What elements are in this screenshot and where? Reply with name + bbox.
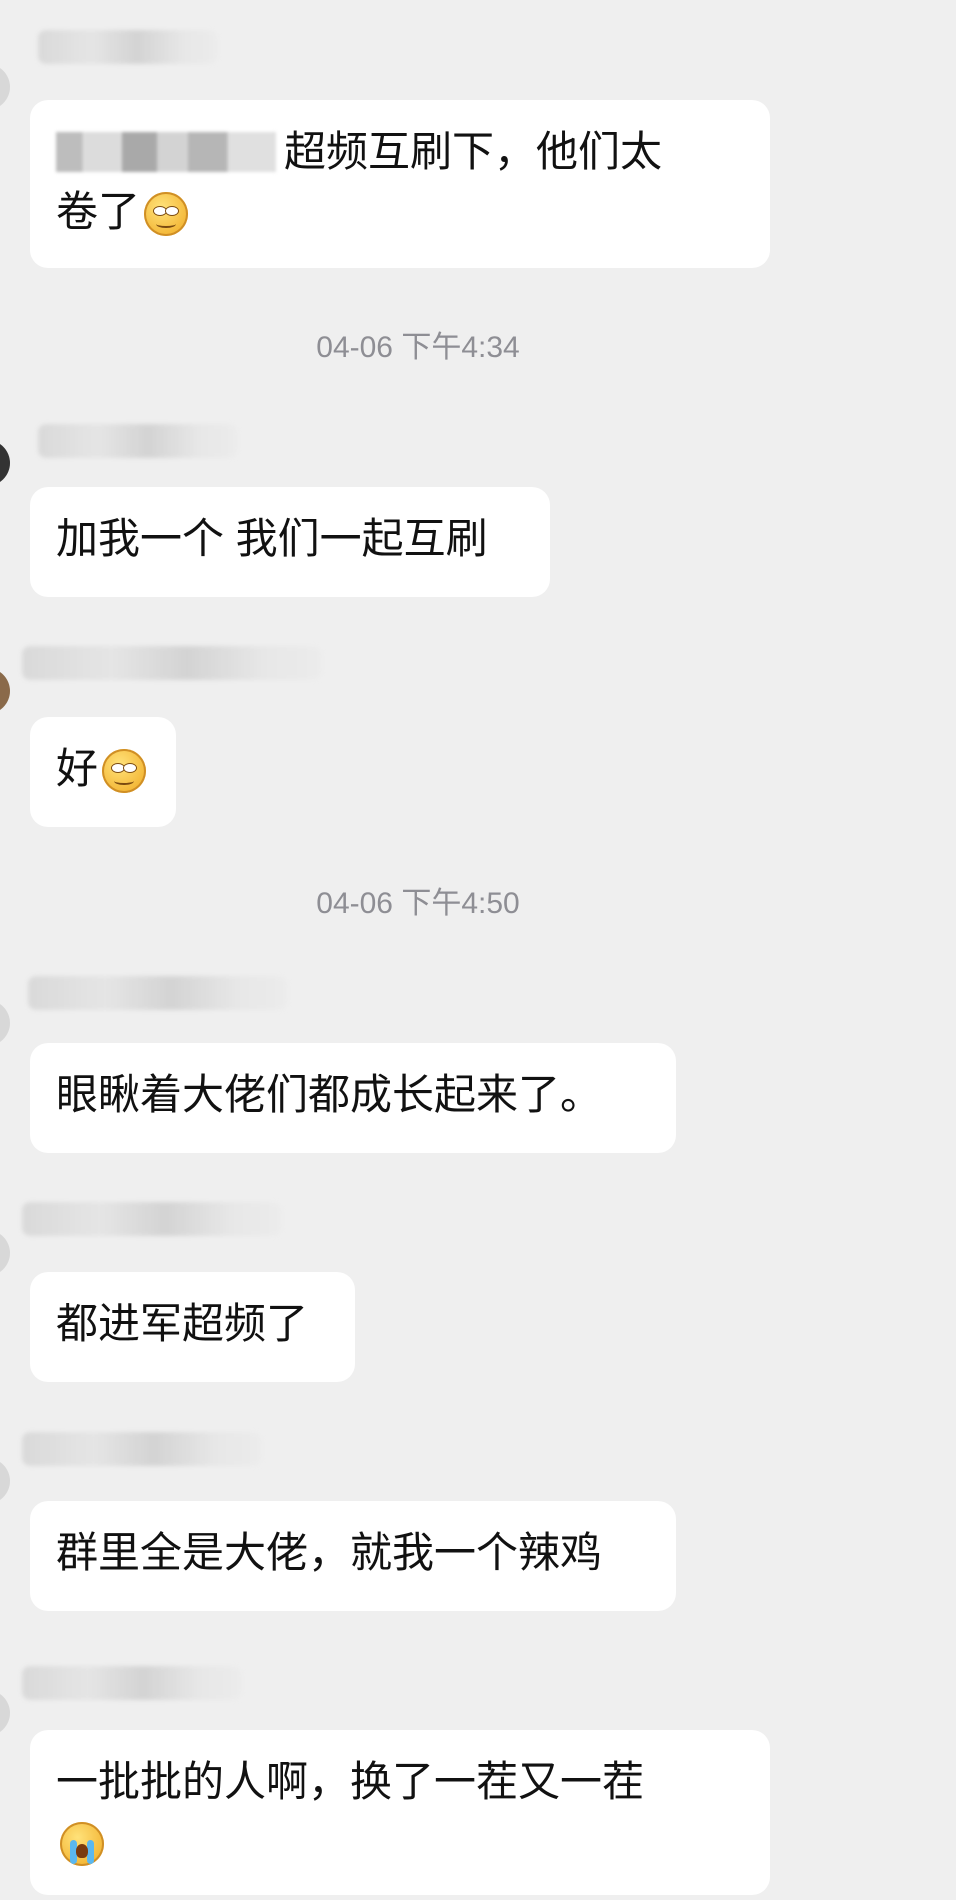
message-text: 好 <box>56 745 99 792</box>
message-text: 超频互刷下，他们太 <box>284 128 663 175</box>
avatar[interactable] <box>0 1230 10 1276</box>
smirk-emoji-icon <box>102 749 147 793</box>
sender-name-redacted <box>38 424 238 458</box>
message-bubble[interactable]: 超频互刷下，他们太 卷了 <box>30 100 770 268</box>
message-bubble[interactable]: 一批批的人啊，换了一茬又一茬 <box>30 1730 770 1895</box>
avatar[interactable] <box>0 440 10 486</box>
sender-name-redacted <box>22 1432 262 1466</box>
avatar[interactable] <box>0 668 10 714</box>
message-text: 群里全是大佬，就我一个辣鸡 <box>56 1529 603 1576</box>
avatar[interactable] <box>0 1458 10 1504</box>
sender-name-redacted <box>28 976 288 1010</box>
message-text: 一批批的人啊，换了一茬又一茬 <box>56 1758 645 1805</box>
avatar[interactable] <box>0 1000 10 1046</box>
message-timestamp: 04-06 下午4:50 <box>316 887 520 920</box>
sender-name-redacted <box>38 30 218 64</box>
avatar[interactable] <box>0 1690 10 1736</box>
crying-emoji-icon <box>60 1822 104 1866</box>
message-text: 加我一个 我们一起互刷 <box>56 515 488 562</box>
sender-name-redacted <box>22 646 322 680</box>
message-text: 都进军超频了 <box>56 1300 309 1347</box>
message-text: 卷了 <box>56 188 141 235</box>
avatar[interactable] <box>0 64 10 110</box>
message-timestamp: 04-06 下午4:34 <box>316 331 520 364</box>
sender-name-redacted <box>22 1202 282 1236</box>
message-bubble[interactable]: 群里全是大佬，就我一个辣鸡 <box>30 1501 676 1611</box>
message-bubble[interactable]: 眼瞅着大佬们都成长起来了。 <box>30 1043 676 1153</box>
message-bubble[interactable]: 都进军超频了 <box>30 1272 355 1382</box>
message-text: 眼瞅着大佬们都成长起来了。 <box>56 1071 603 1118</box>
redacted-mention <box>56 132 276 172</box>
sender-name-redacted <box>22 1666 242 1700</box>
message-bubble[interactable]: 加我一个 我们一起互刷 <box>30 487 550 597</box>
smirk-emoji-icon <box>144 192 189 236</box>
message-bubble[interactable]: 好 <box>30 717 176 827</box>
